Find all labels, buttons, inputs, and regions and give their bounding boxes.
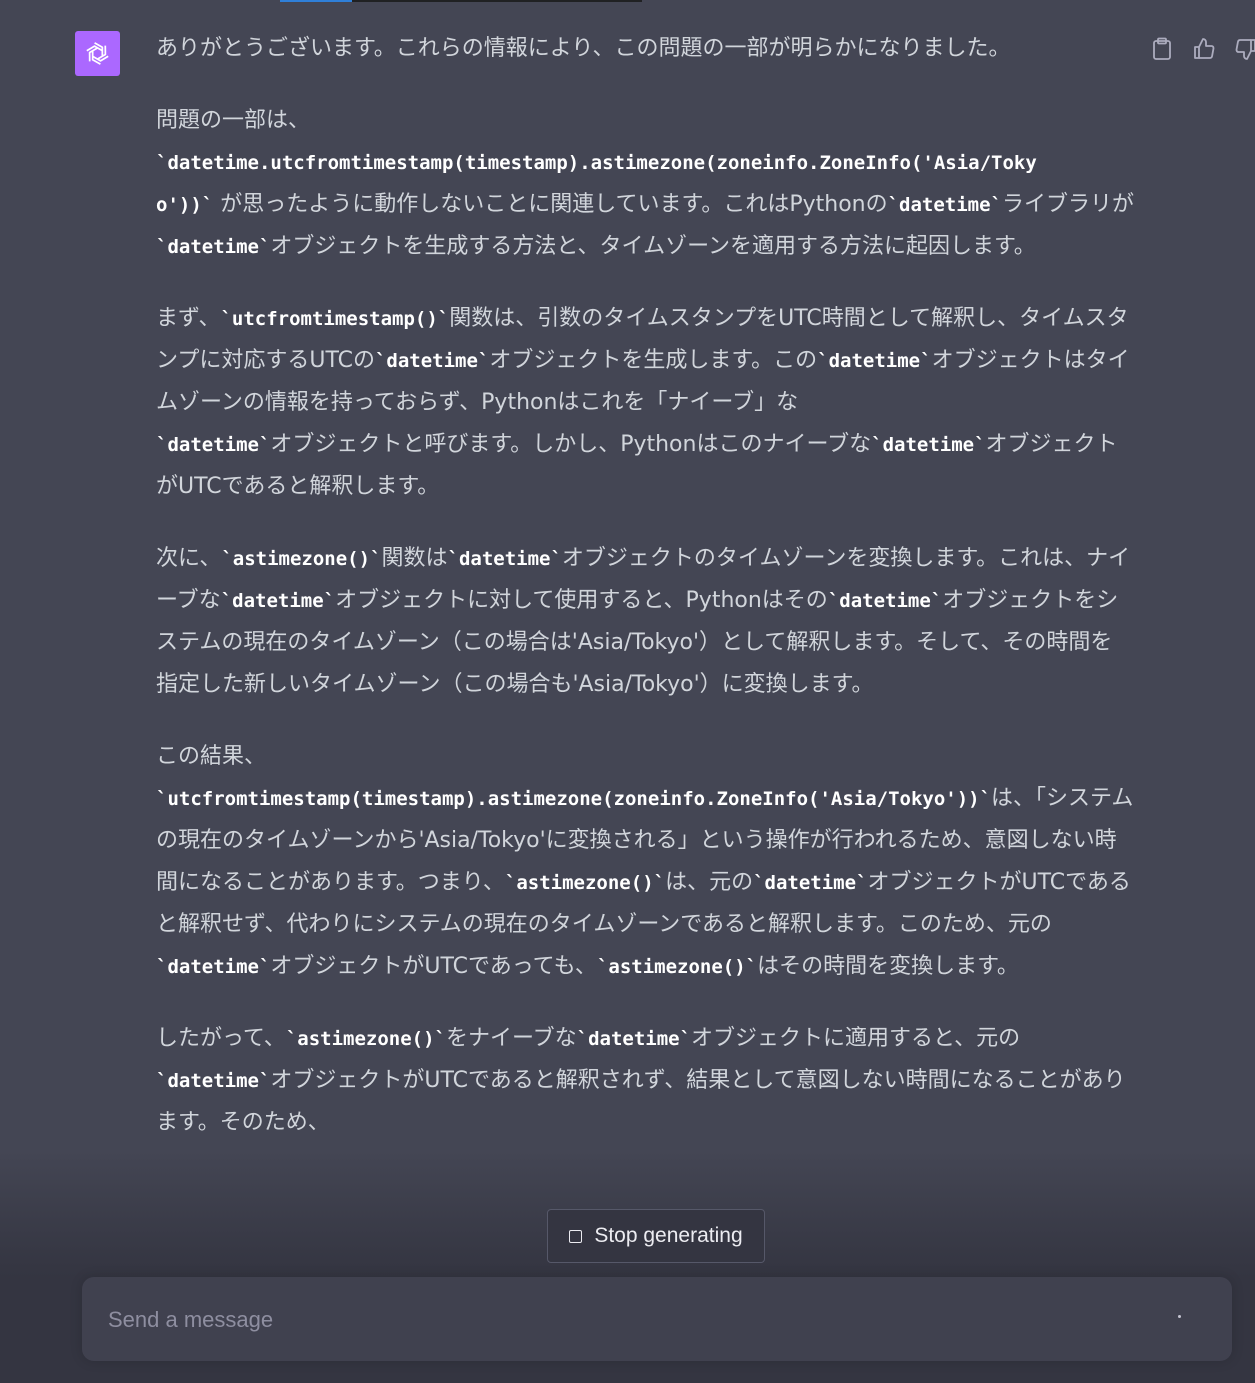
assistant-avatar <box>75 31 120 76</box>
message-text: 次に、 <box>156 546 222 571</box>
loading-indicator-icon <box>1178 1315 1181 1318</box>
message-paragraph: ありがとうございます。これらの情報により、この問題の一部が明らかになりました。 <box>156 36 1011 61</box>
inline-code: `datetime` <box>576 1028 692 1050</box>
message-composer <box>82 1277 1232 1361</box>
inline-code: `datetime` <box>447 548 562 570</box>
message-text: オブジェクトがUTCであると解釈されず、結果として意図しない時間になることがあり… <box>156 1068 1126 1135</box>
inline-code: `datetime` <box>753 872 868 894</box>
message-text: オブジェクトを生成する方法と、タイムゾーンを適用する方法に起因します。 <box>270 234 1036 259</box>
inline-code: `datetime` <box>156 956 271 978</box>
inline-code: `astimezone()` <box>285 1028 446 1050</box>
inline-code: `astimezone()` <box>596 956 758 978</box>
message-paragraph: この結果、 `utcfromtimestamp(timestamp).astime… <box>156 736 1134 988</box>
message-actions <box>1150 36 1255 62</box>
message-text: オブジェクトと呼びます。しかし、Pythonはこのナイーブな <box>270 432 872 457</box>
top-progress-fill <box>280 0 352 2</box>
stop-icon <box>569 1229 583 1243</box>
message-text: この結果、 <box>156 744 267 769</box>
inline-code: `utcfromtimestamp()` <box>220 308 450 330</box>
message-text: オブジェクトに対して使用すると、Pythonはその <box>335 588 828 613</box>
copy-icon <box>1153 37 1171 60</box>
inline-code: `utcfromtimestamp(timestamp).astimezone(… <box>156 788 992 810</box>
inline-code: `astimezone()` <box>221 548 382 570</box>
message-text: はその時間を変換します。 <box>757 954 1019 979</box>
inline-code: `datetime` <box>156 434 271 456</box>
message-paragraph: まず、`utcfromtimestamp()`関数は、引数のタイムスタンプをUT… <box>156 298 1134 508</box>
inline-code: `datetime` <box>156 236 271 258</box>
assistant-message: ありがとうございます。これらの情報により、この問題の一部が明らかになりました。 … <box>156 28 1134 1174</box>
message-text: 関数は <box>381 546 448 571</box>
inline-code: `datetime` <box>827 590 943 612</box>
message-text: 問題の一部は、 <box>156 108 311 133</box>
stop-generating-label: Stop generating <box>594 1224 743 1247</box>
message-text: オブジェクトに適用すると、元の <box>691 1026 1021 1051</box>
openai-logo-icon <box>86 42 109 65</box>
top-progress-bar <box>280 0 642 2</box>
message-text: が思ったように動作しないことに関連しています。これはPythonの <box>213 192 888 217</box>
message-text: オブジェクトがUTCであっても、 <box>270 954 597 979</box>
message-text: したがって、 <box>156 1026 286 1051</box>
stop-generating-button[interactable]: Stop generating <box>547 1209 765 1263</box>
inline-code: `datetime` <box>220 590 336 612</box>
inline-code: `datetime` <box>156 1070 271 1092</box>
thumbs-up-button[interactable] <box>1192 36 1216 62</box>
message-text: をナイーブな <box>445 1026 577 1051</box>
message-paragraph: したがって、`astimezone()`をナイーブな`datetime`オブジェ… <box>156 1018 1134 1144</box>
message-paragraph: 問題の一部は、 `datetime.utcfromtimestamp(timest… <box>156 100 1134 268</box>
thumbs-down-button[interactable] <box>1234 36 1255 62</box>
message-text: は、元の <box>665 870 754 895</box>
inline-code: o'))` <box>156 194 214 216</box>
inline-code: `datetime` <box>817 350 932 372</box>
inline-code: `datetime` <box>871 434 986 456</box>
thumbs-up-icon <box>1194 38 1215 59</box>
inline-code: `datetime` <box>374 350 490 372</box>
thumbs-down-icon <box>1235 39 1255 60</box>
message-text: まず、 <box>156 306 221 331</box>
copy-button[interactable] <box>1150 36 1174 62</box>
inline-code: `datetime` <box>887 194 1002 216</box>
inline-code: `datetime.utcfromtimestamp(timestamp).as… <box>156 152 1037 174</box>
message-text: オブジェクトを生成します。この <box>489 348 818 373</box>
message-input[interactable] <box>106 1299 1130 1341</box>
message-paragraph: 次に、`astimezone()`関数は`datetime`オブジェクトのタイム… <box>156 538 1134 706</box>
message-text: ライブラリが <box>1002 192 1135 217</box>
inline-code: `astimezone()` <box>504 872 666 894</box>
